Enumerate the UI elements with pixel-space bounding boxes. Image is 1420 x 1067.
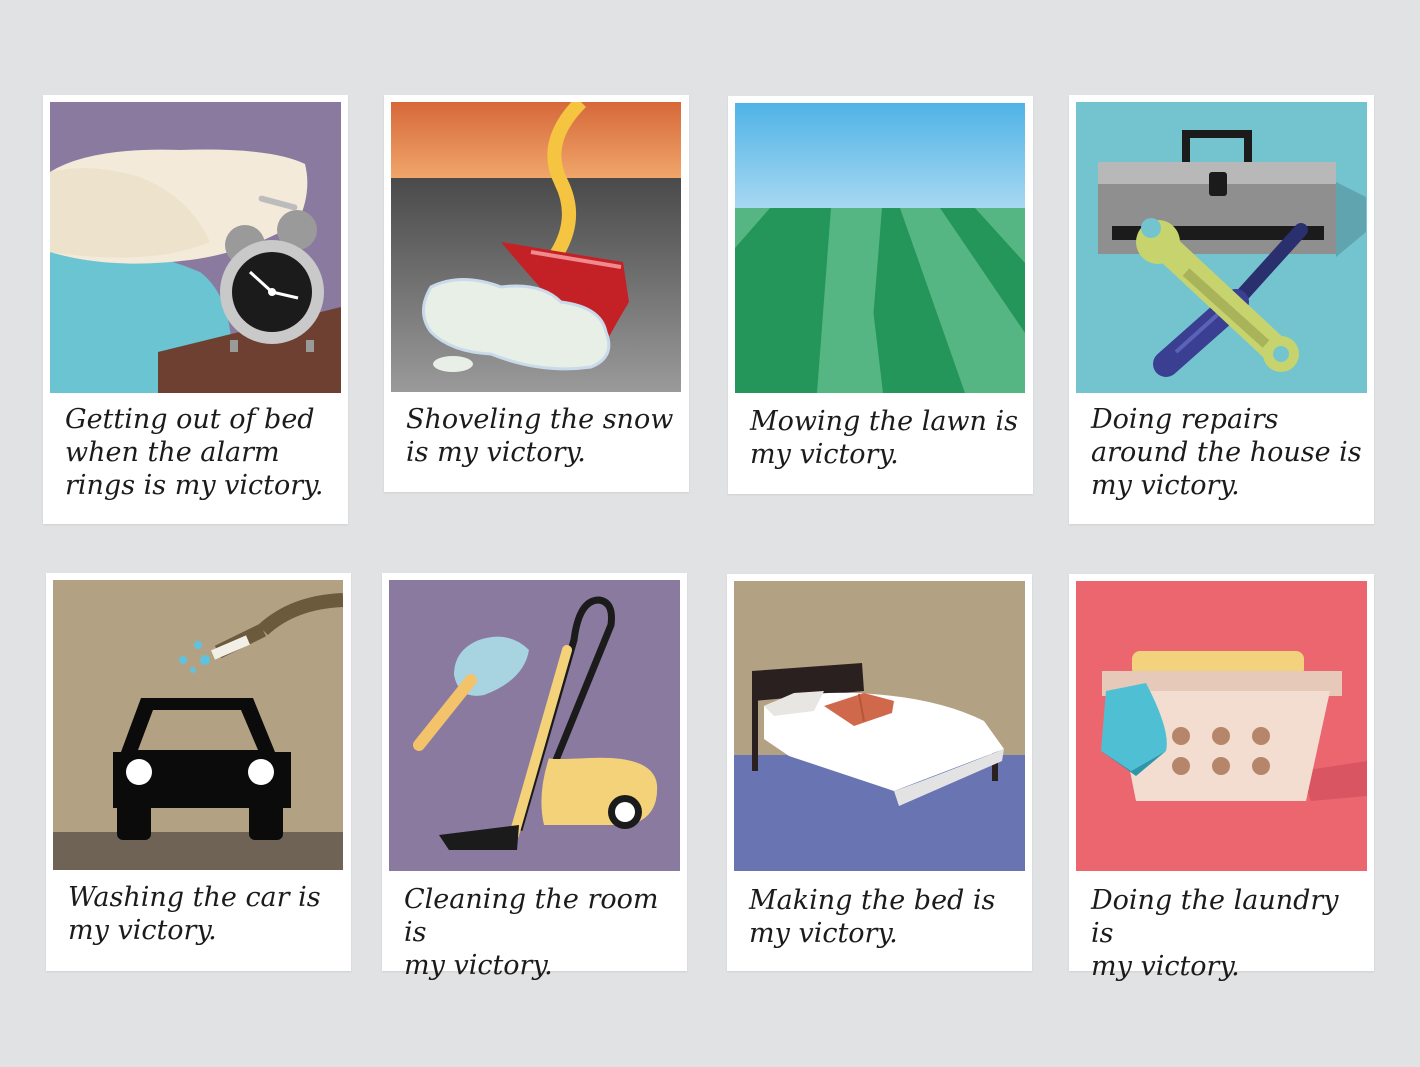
card-repairs: Doing repairs around the house is my vic…	[1069, 95, 1374, 524]
card-laundry: Doing the laundry is my victory.	[1069, 574, 1374, 982]
laundry-illustration	[1076, 581, 1367, 871]
card-caption: Doing repairs around the house is my vic…	[1091, 404, 1362, 501]
snow-illustration	[391, 102, 681, 392]
card-caption: Doing the laundry is my victory.	[1091, 885, 1339, 982]
card-lawn: Mowing the lawn is my victory.	[728, 96, 1033, 494]
card-caption: Cleaning the room is my victory.	[404, 884, 659, 981]
lawn-stripes-icon	[735, 208, 1025, 393]
cleaning-illustration	[389, 580, 680, 871]
card-caption: Shoveling the snow is my victory.	[406, 404, 674, 468]
card-snow: Shoveling the snow is my victory.	[384, 95, 689, 492]
alarm-illustration	[50, 102, 341, 393]
card-cleaning: Cleaning the room is my victory.	[382, 573, 687, 981]
card-bed: Making the bed is my victory.	[727, 574, 1032, 971]
card-caption: Making the bed is my victory.	[749, 885, 996, 949]
card-caption: Washing the car is my victory.	[68, 882, 321, 946]
card-alarm: Getting out of bed when the alarm rings …	[43, 95, 348, 524]
car-illustration	[53, 580, 343, 870]
lawn-illustration	[735, 103, 1025, 393]
card-caption: Mowing the lawn is my victory.	[750, 406, 1019, 470]
bed-illustration	[734, 581, 1025, 871]
repairs-illustration	[1076, 102, 1367, 393]
card-car: Washing the car is my victory.	[46, 573, 351, 971]
card-caption: Getting out of bed when the alarm rings …	[65, 404, 324, 501]
